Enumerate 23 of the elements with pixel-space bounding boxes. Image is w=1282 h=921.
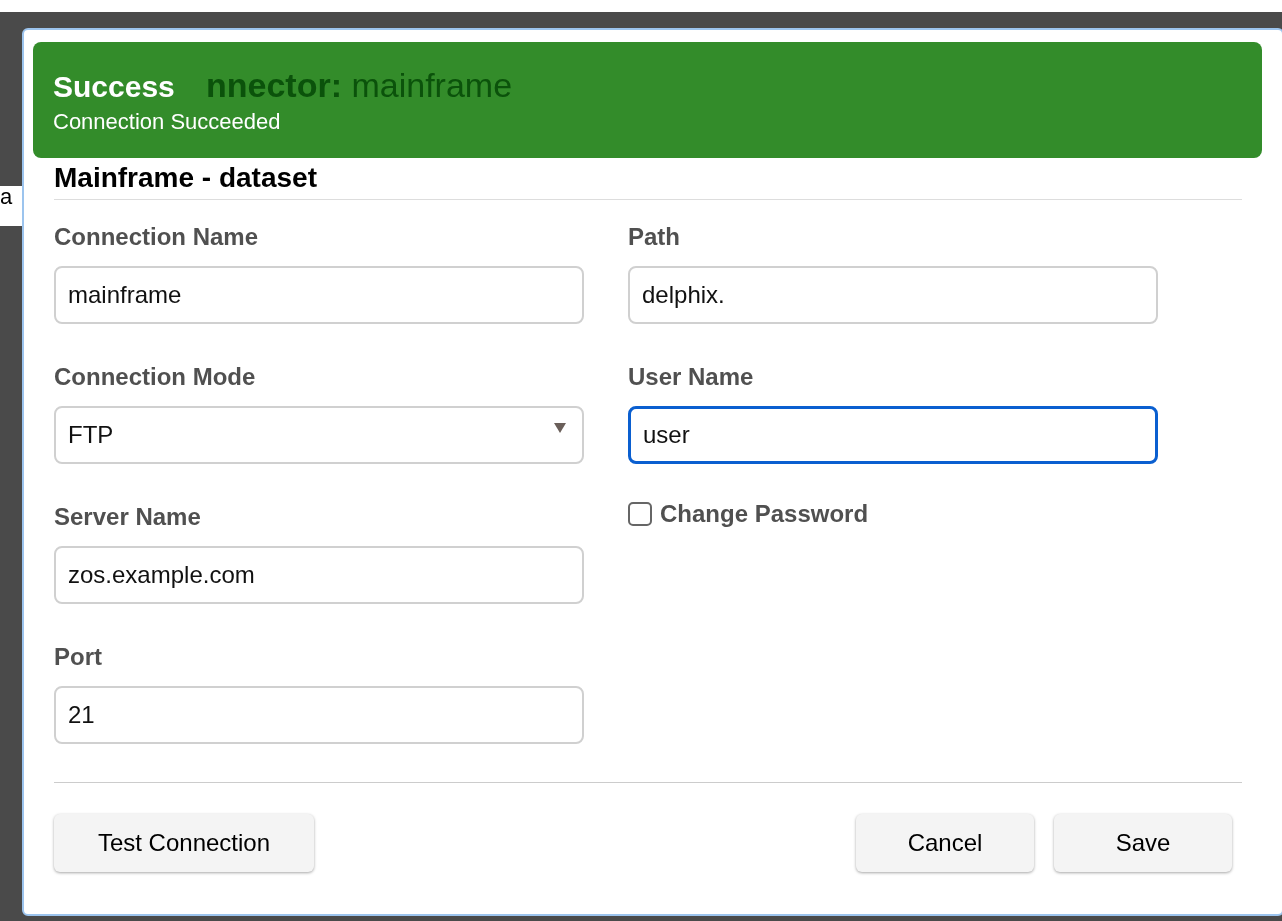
dialog-button[interactable]: Save [1054, 814, 1232, 872]
field-label: Port [54, 642, 103, 672]
input-field[interactable]: mainframe [54, 266, 584, 324]
dialog-button[interactable]: Test Connection [54, 814, 314, 872]
input-field[interactable]: delphix. [628, 266, 1158, 324]
field-label: Path [628, 222, 681, 252]
notification-message: Connection Succeeded [53, 107, 281, 135]
checkbox[interactable] [628, 502, 652, 526]
input-field[interactable]: user [628, 406, 1158, 464]
dropdown-caret-icon [554, 423, 566, 433]
checkbox-label: Change Password [660, 499, 869, 529]
field-label: Connection Name [54, 222, 260, 252]
field-label: Server Name [54, 502, 202, 532]
dialog-button[interactable]: Cancel [856, 814, 1034, 872]
backdrop-text: a [0, 186, 13, 209]
field-label: Connection Mode [54, 362, 257, 392]
select-field[interactable]: FTP [54, 406, 584, 464]
field-label: User Name [628, 362, 755, 392]
notification-title: Success [53, 69, 175, 105]
dialog-subtitle: Mainframe - dataset [54, 161, 317, 195]
dialog-title: nnector: mainframe [206, 65, 513, 106]
input-field[interactable]: 21 [54, 686, 584, 744]
input-field[interactable]: zos.example.com [54, 546, 584, 604]
